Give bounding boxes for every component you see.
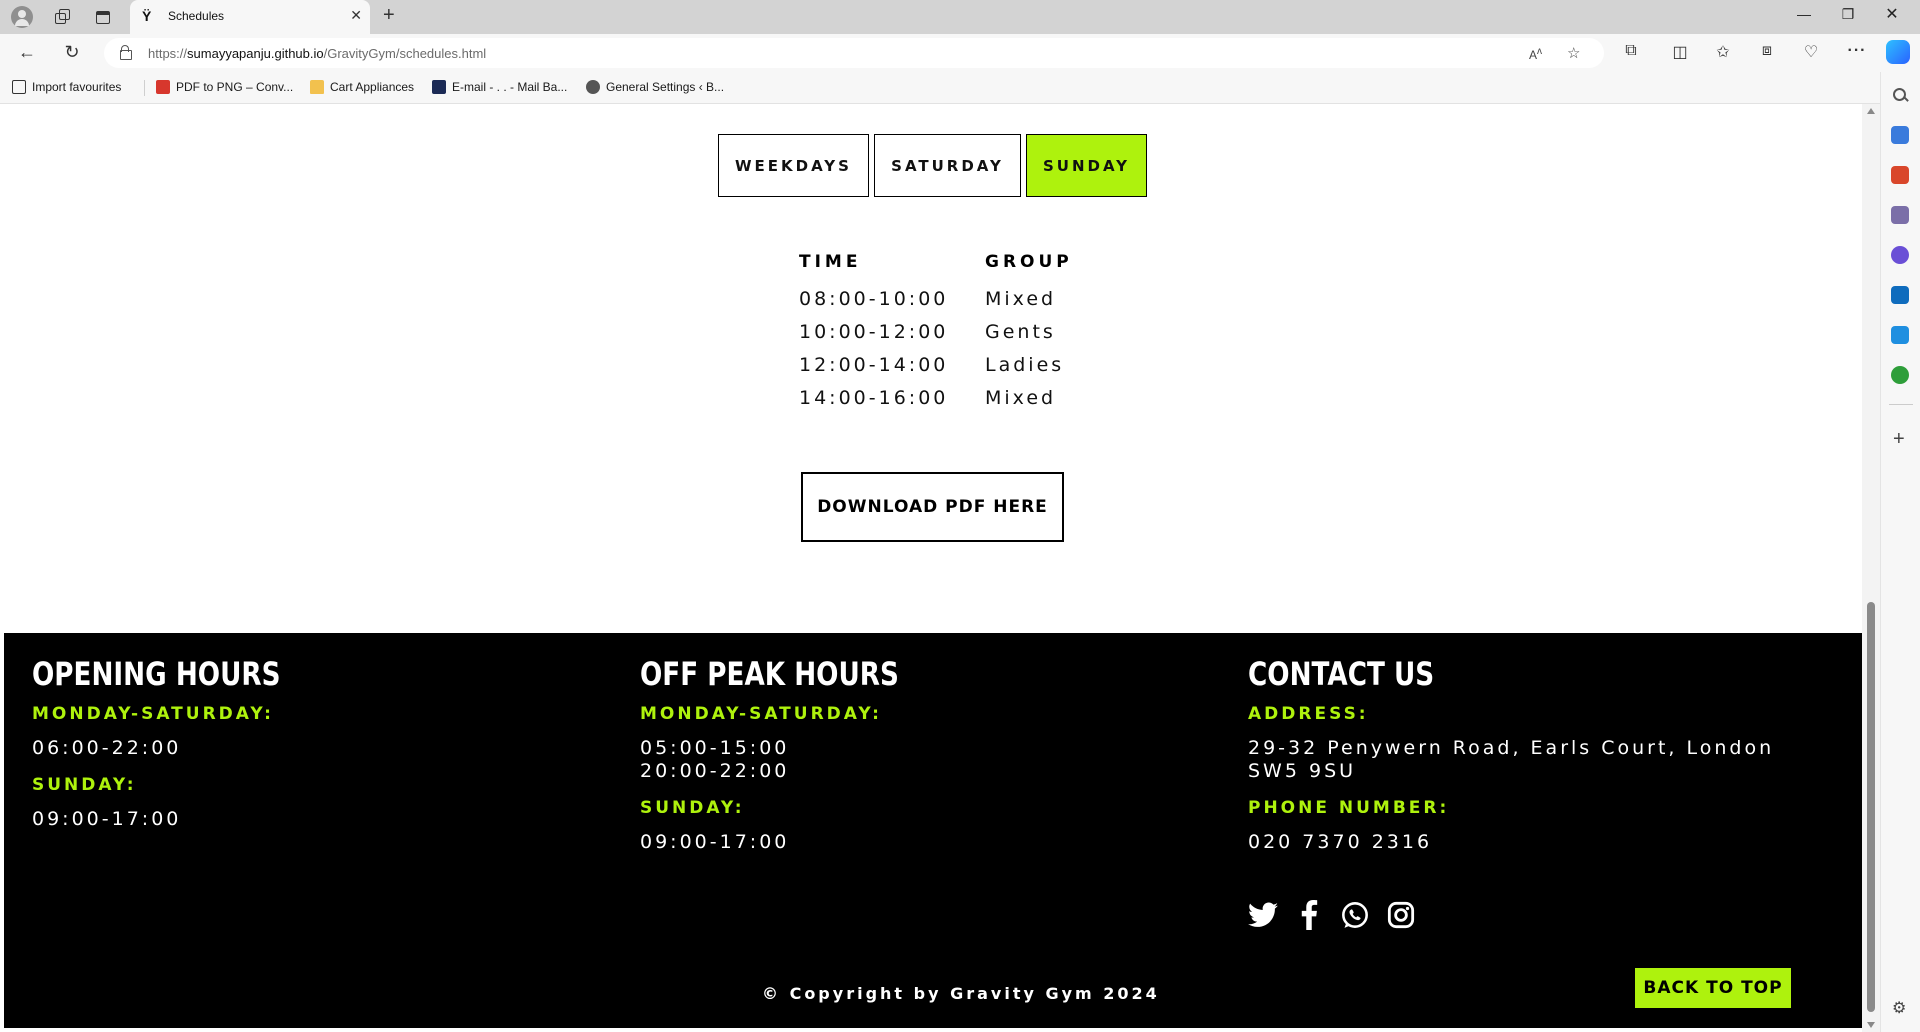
off-peak-weekday-hours: 05:00-15:00 20:00-22:00 [640,737,790,782]
contact-title: CONTACT US [1248,655,1435,693]
collections-icon[interactable]: ⧈ [1756,42,1778,60]
time-cell: 08:00-10:00 [799,288,949,310]
copyright-text: © Copyright by Gravity Gym 2024 [762,984,1160,1003]
group-cell: Ladies [985,354,1065,376]
lock-icon[interactable] [120,45,132,60]
tab-close-icon[interactable]: ✕ [350,7,362,24]
page-scrollbar[interactable] [1862,104,1880,1032]
favourites-icon[interactable]: ✩ [1712,42,1734,62]
off-peak-sunday-hours: 09:00-17:00 [640,831,790,853]
twitter-icon[interactable] [1248,900,1278,930]
add-icon[interactable]: + [1893,428,1905,451]
import-icon [12,80,26,94]
gym-figure-icon: Ϋ [142,8,152,24]
settings-gear-icon[interactable]: ⚙ [1892,998,1906,1018]
opening-sunday-hours: 09:00-17:00 [32,808,182,830]
new-tab-button[interactable]: + [383,4,395,27]
opening-sunday-label: SUNDAY: [32,775,137,795]
scroll-thumb[interactable] [1867,602,1875,1012]
off-peak-weekday-label: MONDAY-SATURDAY: [640,704,882,724]
opening-weekday-hours: 06:00-22:00 [32,737,182,759]
fav-general-settings[interactable]: General Settings ‹ B... [586,80,724,94]
close-window-button[interactable]: ✕ [1882,4,1902,24]
microsoft-365-icon[interactable] [1891,246,1909,264]
read-aloud-icon[interactable]: Aʌ [1529,46,1542,62]
back-button[interactable]: ← [16,42,38,63]
day-tabs: WEEKDAYS SATURDAY SUNDAY [718,134,1147,197]
off-peak-hours-column: OFF PEAK HOURS MONDAY-SATURDAY: 05:00-15… [640,653,956,864]
group-cell: Mixed [985,288,1057,310]
footer: OPENING HOURS MONDAY-SATURDAY: 06:00-22:… [4,633,1862,1028]
wordpress-icon [586,80,600,94]
off-peak-sunday-label: SUNDAY: [640,798,745,818]
browser-essentials-icon[interactable]: ♡ [1800,42,1822,62]
fav-pdf-to-png[interactable]: PDF to PNG – Conv... [156,80,293,94]
page-viewport: WEEKDAYS SATURDAY SUNDAY TIME GROUP 08:0… [4,104,1862,1028]
phone-value: 020 7370 2316 [1248,831,1433,853]
fav-cart-appliances[interactable]: Cart Appliances [310,80,414,94]
browser-toolbar: ← ↻ https://sumayyapanju.github.io/Gravi… [0,34,1920,72]
games-icon[interactable] [1891,206,1909,224]
tab-weekdays[interactable]: WEEKDAYS [718,134,869,197]
tab-actions-icon[interactable] [93,7,113,27]
scroll-down-arrow-icon[interactable] [1867,1022,1875,1028]
drop-icon[interactable] [1891,326,1909,344]
url-text[interactable]: https://sumayyapanju.github.io/GravityGy… [148,46,486,61]
column-header-time: TIME [799,252,862,272]
address-label: ADDRESS: [1248,704,1369,724]
pdf-icon [156,80,170,94]
time-cell: 10:00-12:00 [799,321,949,343]
mail-icon [432,80,446,94]
reload-button[interactable]: ↻ [61,42,83,63]
back-to-top-button[interactable]: BACK TO TOP [1635,968,1791,1008]
more-options-icon[interactable]: ··· [1846,42,1868,60]
divider [144,80,145,96]
download-pdf-button[interactable]: DOWNLOAD PDF HERE [801,472,1064,542]
browser-tab-strip: Ϋ Schedules ✕ + — ❐ ✕ [0,0,1920,34]
favourite-star-icon[interactable]: ☆ [1567,44,1580,62]
column-header-group: GROUP [985,252,1073,272]
whatsapp-icon[interactable] [1340,900,1370,930]
tools-icon[interactable] [1891,166,1909,184]
browser-tab-schedules[interactable]: Ϋ Schedules ✕ [130,0,370,34]
favourites-bar: Import favourites PDF to PNG – Conv... C… [0,72,1880,104]
phone-label: PHONE NUMBER: [1248,798,1450,818]
contact-column: CONTACT US ADDRESS: 29-32 Penywern Road,… [1248,653,1828,864]
workspaces-icon[interactable] [52,7,72,27]
time-cell: 12:00-14:00 [799,354,949,376]
time-cell: 14:00-16:00 [799,387,949,409]
social-links [1248,900,1416,930]
opening-hours-title: OPENING HOURS [32,655,281,693]
scroll-up-arrow-icon[interactable] [1867,108,1875,114]
extensions-icon[interactable]: ⧉ [1620,42,1642,60]
facebook-icon[interactable] [1294,900,1324,930]
opening-weekday-label: MONDAY-SATURDAY: [32,704,274,724]
fav-email[interactable]: E-mail - . . - Mail Ba... [432,80,567,94]
group-cell: Mixed [985,387,1057,409]
copilot-icon[interactable] [1886,40,1910,64]
address-bar[interactable]: https://sumayyapanju.github.io/GravityGy… [104,38,1604,68]
tab-saturday[interactable]: SATURDAY [874,134,1021,197]
edge-sidebar: + ⚙ [1880,72,1920,1032]
restore-button[interactable]: ❐ [1838,6,1858,23]
address-value: 29-32 Penywern Road, Earls Court, London… [1248,737,1775,782]
opening-hours-column: OPENING HOURS MONDAY-SATURDAY: 06:00-22:… [32,653,335,841]
minimize-button[interactable]: — [1794,6,1814,22]
tab-sunday[interactable]: SUNDAY [1026,134,1147,197]
folder-icon [310,80,324,94]
outlook-icon[interactable] [1891,286,1909,304]
profile-icon[interactable] [11,6,33,28]
off-peak-title: OFF PEAK HOURS [640,655,899,693]
divider [1889,404,1913,405]
split-screen-icon[interactable]: ◫ [1669,42,1691,62]
instagram-icon[interactable] [1386,900,1416,930]
tab-title: Schedules [168,9,225,23]
group-cell: Gents [985,321,1056,343]
shopping-icon[interactable] [1891,126,1909,144]
tree-icon[interactable] [1891,366,1909,384]
fav-import-favourites[interactable]: Import favourites [12,80,121,94]
search-icon[interactable] [1891,86,1909,104]
